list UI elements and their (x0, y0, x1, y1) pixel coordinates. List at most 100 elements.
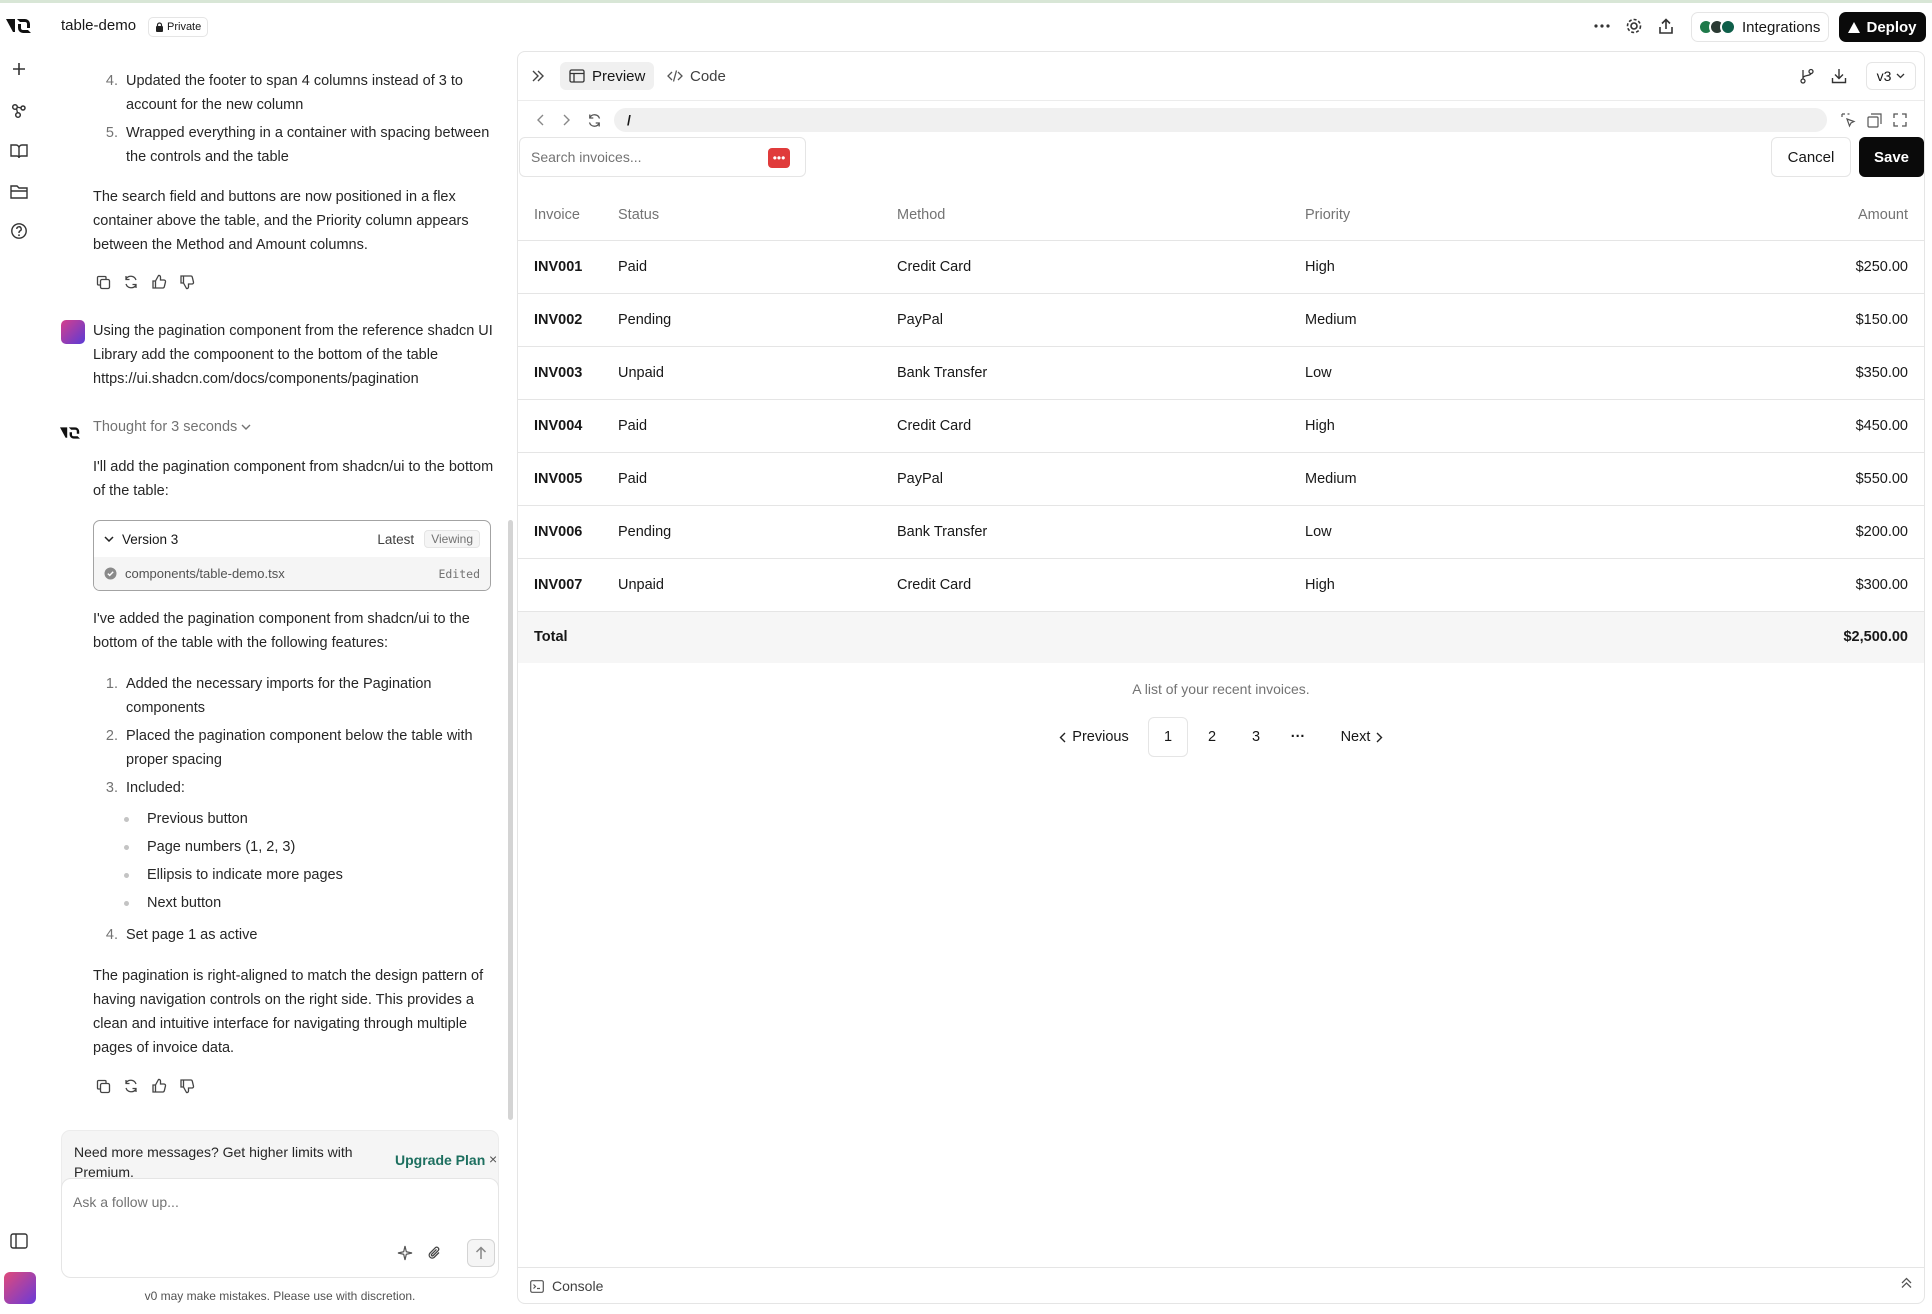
copy-icon[interactable] (94, 1077, 112, 1095)
upgrade-plan-link[interactable]: Upgrade Plan (395, 1152, 485, 1168)
table-row[interactable]: INV007 Unpaid Credit Card High $300.00 (518, 558, 1924, 612)
table-row[interactable]: INV006 Pending Bank Transfer Low $200.00 (518, 505, 1924, 559)
user-avatar[interactable] (4, 1272, 36, 1304)
regenerate-icon[interactable] (122, 1077, 140, 1095)
download-icon[interactable] (1828, 65, 1850, 87)
version-select[interactable]: v3 (1866, 62, 1916, 90)
page-button-3[interactable]: 3 (1236, 717, 1276, 757)
url-input[interactable]: / (614, 108, 1827, 132)
table-row[interactable]: INV001 Paid Credit Card High $250.00 (518, 240, 1924, 294)
thumbs-down-icon[interactable] (178, 273, 196, 291)
send-arrow-icon[interactable] (467, 1239, 495, 1267)
column-header[interactable]: Invoice (518, 190, 618, 241)
tab-preview[interactable]: Preview (560, 62, 655, 90)
method-cell: Bank Transfer (897, 505, 1305, 559)
chevron-right-icon (1376, 732, 1383, 742)
column-header[interactable]: Status (618, 190, 897, 241)
address-bar-row: / (518, 100, 1924, 140)
thumbs-up-icon[interactable] (150, 273, 168, 291)
chat-scrollbar[interactable] (508, 520, 513, 1120)
list-number: 2. (105, 728, 118, 744)
save-button[interactable]: Save (1859, 137, 1924, 177)
search-placeholder: Search invoices... (531, 149, 642, 165)
pagination: Previous 1 2 3 ··· Next (518, 717, 1924, 757)
copy-icon[interactable] (94, 273, 112, 291)
chevron-down-icon[interactable] (104, 536, 114, 542)
page-button-2[interactable]: 2 (1192, 717, 1232, 757)
assistant-closing: The pagination is right-aligned to match… (93, 968, 484, 1056)
library-book-icon[interactable] (8, 140, 30, 162)
thought-toggle[interactable]: Thought for 3 seconds (93, 419, 251, 435)
list-text: Updated the footer to span 4 columns ins… (126, 73, 463, 113)
back-arrow-icon[interactable] (530, 110, 550, 130)
attach-paperclip-icon[interactable] (423, 1241, 447, 1265)
thumbs-down-icon[interactable] (178, 1077, 196, 1095)
amount-cell: $350.00 (1605, 346, 1924, 400)
check-circle-icon (104, 567, 117, 580)
git-branch-icon[interactable] (1796, 65, 1818, 87)
fullscreen-icon[interactable] (1890, 110, 1910, 130)
tab-code[interactable]: Code (658, 62, 735, 90)
table-row[interactable]: INV003 Unpaid Bank Transfer Low $350.00 (518, 346, 1924, 400)
table-row[interactable]: INV004 Paid Credit Card High $450.00 (518, 399, 1924, 453)
thumbs-up-icon[interactable] (150, 1077, 168, 1095)
deploy-label: Deploy (1866, 18, 1917, 36)
method-cell: PayPal (897, 293, 1305, 347)
forward-arrow-icon[interactable] (557, 110, 577, 130)
expand-up-chevrons-icon[interactable] (1901, 1277, 1912, 1289)
reload-icon[interactable] (584, 110, 604, 130)
previous-page-button[interactable]: Previous (1054, 717, 1134, 757)
chevron-down-icon (241, 424, 251, 430)
message-actions (94, 1077, 196, 1095)
status-cell: Paid (618, 240, 897, 294)
deploy-button[interactable]: Deploy (1839, 12, 1926, 42)
column-header[interactable]: Method (897, 190, 1305, 241)
integrations-button[interactable]: Integrations (1691, 12, 1830, 42)
list-item: 5. Wrapped everything in a container with… (98, 121, 498, 169)
page-button-1[interactable]: 1 (1148, 717, 1188, 757)
column-header[interactable]: Priority (1305, 190, 1605, 241)
share-upload-icon[interactable] (1655, 15, 1677, 37)
version-card[interactable]: Version 3 Latest Viewing components/tabl… (93, 520, 491, 591)
next-page-button[interactable]: Next (1330, 717, 1394, 757)
table-row[interactable]: INV005 Paid PayPal Medium $550.00 (518, 452, 1924, 506)
toggle-sidebar-icon[interactable] (8, 1230, 30, 1252)
upgrade-message: Need more messages? Get higher limits wi… (74, 1144, 353, 1180)
file-path[interactable]: components/table-demo.tsx (125, 566, 438, 581)
open-new-window-icon[interactable] (1864, 110, 1884, 130)
previous-label: Previous (1072, 729, 1129, 745)
projects-folder-icon[interactable] (8, 180, 30, 202)
chevron-left-icon (1059, 732, 1066, 742)
column-header[interactable]: Amount (1605, 190, 1924, 241)
table-header-row: Invoice Status Method Priority Amount (518, 190, 1924, 241)
lock-icon (156, 22, 163, 32)
invoice-cell: INV001 (518, 240, 618, 294)
tab-label: Code (690, 67, 726, 85)
collapse-double-chevron-icon[interactable] (527, 65, 549, 87)
visibility-badge[interactable]: Private (148, 17, 209, 37)
list-text: Included: (126, 780, 185, 796)
search-input[interactable]: Search invoices... ••• (519, 137, 806, 177)
console-bar[interactable]: Console (518, 1267, 1924, 1303)
select-element-cursor-icon[interactable] (1838, 110, 1858, 130)
enhance-sparkle-icon[interactable] (393, 1241, 417, 1265)
invoice-cell: INV007 (518, 558, 618, 612)
settings-gear-icon[interactable] (1623, 15, 1645, 37)
v0-logo-icon[interactable] (4, 14, 36, 38)
list-item: 3. Included: (98, 776, 498, 800)
close-icon[interactable]: × (489, 1151, 497, 1167)
new-chat-plus-icon[interactable] (8, 58, 30, 80)
more-options-icon[interactable] (1591, 15, 1613, 37)
project-name[interactable]: table-demo (61, 17, 136, 34)
invoice-cell: INV005 (518, 452, 618, 506)
help-circle-icon[interactable] (8, 220, 30, 242)
cancel-button[interactable]: Cancel (1771, 137, 1851, 177)
regenerate-icon[interactable] (122, 273, 140, 291)
status-cell: Pending (618, 505, 897, 559)
bullet-text: Next button (147, 895, 222, 911)
community-icon[interactable] (8, 100, 30, 122)
bullet-item: Ellipsis to indicate more pages (124, 863, 343, 887)
password-manager-icon[interactable]: ••• (768, 148, 790, 168)
table-row[interactable]: INV002 Pending PayPal Medium $150.00 (518, 293, 1924, 347)
follow-up-input[interactable]: Ask a follow up... (61, 1178, 499, 1278)
